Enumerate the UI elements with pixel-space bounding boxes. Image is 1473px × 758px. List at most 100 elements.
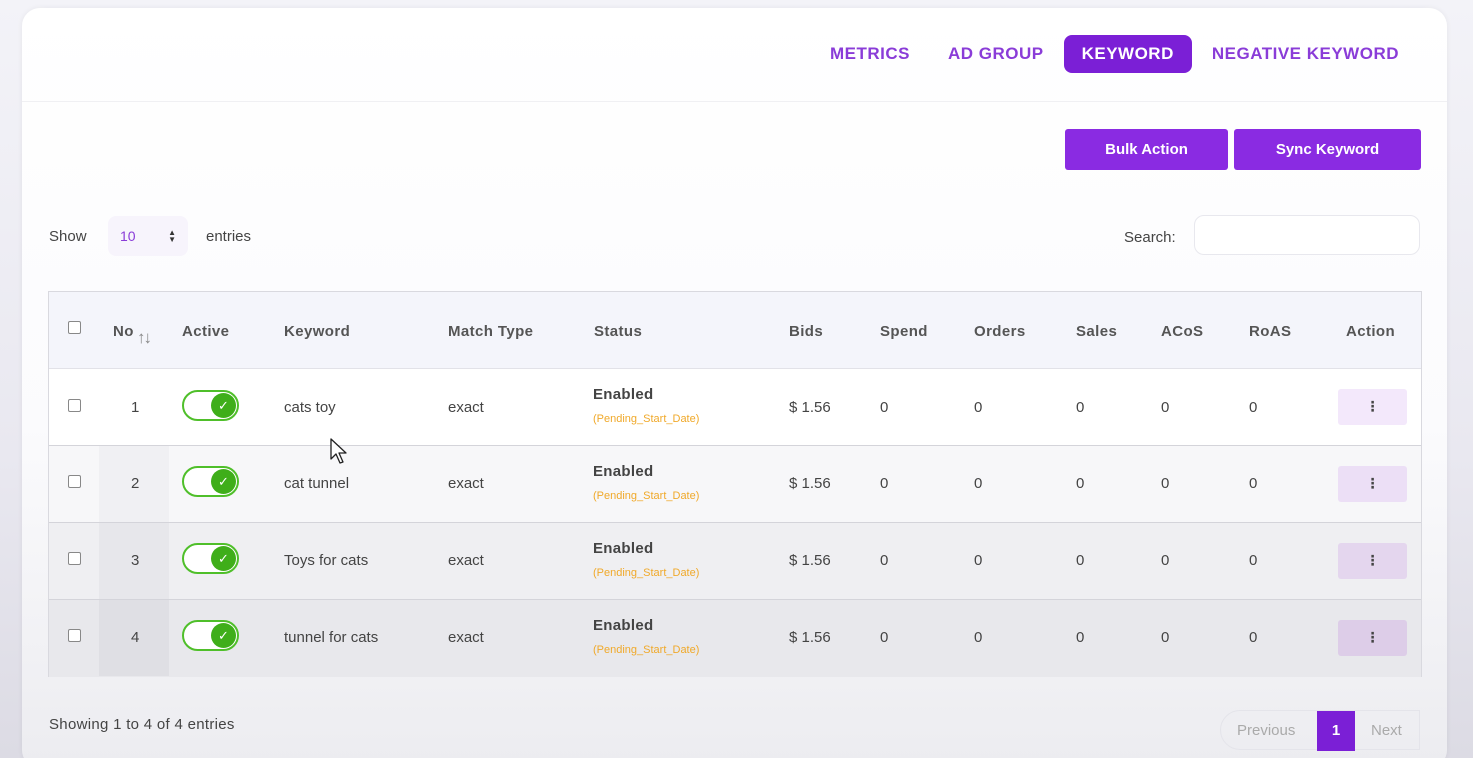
- table-row: 4 ✓ tunnel for cats exact Enabled (Pendi…: [49, 600, 1421, 677]
- tab-ad-group[interactable]: AD GROUP: [930, 35, 1062, 73]
- keyword-text: cat tunnel: [284, 475, 350, 492]
- sales-value: 0: [1076, 475, 1085, 492]
- bids-value: $ 1.56: [789, 475, 831, 492]
- tab-metrics[interactable]: METRICS: [812, 35, 928, 73]
- page-1-button[interactable]: 1: [1317, 711, 1355, 751]
- match-type-text: exact: [448, 399, 484, 416]
- roas-value: 0: [1249, 552, 1258, 569]
- check-icon: ✓: [211, 623, 236, 648]
- match-type-text: exact: [448, 552, 484, 569]
- keyword-panel: METRICS AD GROUP KEYWORD NEGATIVE KEYWOR…: [22, 8, 1447, 758]
- status-text: Enabled: [593, 386, 654, 403]
- header-action: Action: [1346, 323, 1396, 340]
- row-number: 3: [131, 552, 140, 569]
- sales-value: 0: [1076, 399, 1085, 416]
- bids-value: $ 1.56: [789, 629, 831, 646]
- header-divider: [22, 101, 1447, 102]
- entries-per-page-select[interactable]: 10 ▲ ▼: [108, 216, 188, 256]
- row-number: 2: [131, 475, 140, 492]
- active-toggle[interactable]: ✓: [182, 390, 239, 421]
- row-action-menu-button[interactable]: ⋮: [1338, 466, 1407, 502]
- acos-value: 0: [1161, 399, 1170, 416]
- table-header-row: No ↑↓ Active Keyword Match Type Status B…: [49, 292, 1421, 369]
- status-note: (Pending_Start_Date): [593, 490, 700, 502]
- orders-value: 0: [974, 552, 983, 569]
- acos-value: 0: [1161, 629, 1170, 646]
- status-note: (Pending_Start_Date): [593, 567, 700, 579]
- bids-value: $ 1.56: [789, 399, 831, 416]
- sales-value: 0: [1076, 552, 1085, 569]
- header-keyword: Keyword: [284, 323, 351, 340]
- active-toggle[interactable]: ✓: [182, 466, 239, 497]
- acos-value: 0: [1161, 475, 1170, 492]
- header-orders: Orders: [974, 323, 1026, 340]
- orders-value: 0: [974, 399, 983, 416]
- updown-caret-icon: ▲ ▼: [168, 228, 176, 245]
- next-page-button[interactable]: Next: [1371, 711, 1402, 751]
- search-input[interactable]: [1194, 215, 1420, 255]
- keyword-table: No ↑↓ Active Keyword Match Type Status B…: [48, 291, 1422, 677]
- table-row: 3 ✓ Toys for cats exact Enabled (Pending…: [49, 523, 1421, 600]
- roas-value: 0: [1249, 475, 1258, 492]
- header-acos: ACoS: [1161, 323, 1204, 340]
- check-icon: ✓: [211, 393, 236, 418]
- header-spend: Spend: [880, 323, 928, 340]
- header-status: Status: [594, 323, 643, 340]
- roas-value: 0: [1249, 629, 1258, 646]
- acos-value: 0: [1161, 552, 1170, 569]
- spend-value: 0: [880, 552, 889, 569]
- table-info: Showing 1 to 4 of 4 entries: [49, 716, 235, 733]
- row-action-menu-button[interactable]: ⋮: [1338, 389, 1407, 425]
- row-checkbox[interactable]: [68, 552, 81, 565]
- row-checkbox[interactable]: [68, 475, 81, 488]
- tab-bar: METRICS AD GROUP KEYWORD NEGATIVE KEYWOR…: [810, 35, 1417, 73]
- roas-value: 0: [1249, 399, 1258, 416]
- header-bids: Bids: [789, 323, 824, 340]
- spend-value: 0: [880, 475, 889, 492]
- spend-value: 0: [880, 629, 889, 646]
- search-label: Search:: [1124, 229, 1176, 246]
- status-note: (Pending_Start_Date): [593, 413, 700, 425]
- row-number: 1: [131, 399, 140, 416]
- show-label: Show: [49, 228, 87, 245]
- status-text: Enabled: [593, 463, 654, 480]
- active-toggle[interactable]: ✓: [182, 543, 239, 574]
- keyword-text: cats toy: [284, 399, 336, 416]
- status-note: (Pending_Start_Date): [593, 644, 700, 656]
- orders-value: 0: [974, 475, 983, 492]
- row-action-menu-button[interactable]: ⋮: [1338, 543, 1407, 579]
- row-action-menu-button[interactable]: ⋮: [1338, 620, 1407, 656]
- active-toggle[interactable]: ✓: [182, 620, 239, 651]
- keyword-text: tunnel for cats: [284, 629, 379, 646]
- header-match-type: Match Type: [448, 323, 534, 340]
- row-number: 4: [131, 629, 140, 646]
- vertical-ellipsis-icon: ⋮: [1365, 629, 1380, 645]
- orders-value: 0: [974, 629, 983, 646]
- header-no[interactable]: No: [113, 323, 134, 340]
- table-row: 2 ✓ cat tunnel exact Enabled (Pending_St…: [49, 446, 1421, 523]
- tab-keyword[interactable]: KEYWORD: [1063, 35, 1192, 73]
- row-checkbox[interactable]: [68, 629, 81, 642]
- tab-negative-keyword[interactable]: NEGATIVE KEYWORD: [1194, 35, 1417, 73]
- row-checkbox[interactable]: [68, 399, 81, 412]
- match-type-text: exact: [448, 629, 484, 646]
- sync-keyword-button[interactable]: Sync Keyword: [1234, 129, 1421, 170]
- bids-value: $ 1.56: [789, 552, 831, 569]
- check-icon: ✓: [211, 546, 236, 571]
- match-type-text: exact: [448, 475, 484, 492]
- check-icon: ✓: [211, 469, 236, 494]
- entries-label: entries: [206, 228, 252, 245]
- bulk-action-button[interactable]: Bulk Action: [1065, 129, 1228, 170]
- pagination: Previous 1 Next: [1220, 710, 1420, 751]
- sales-value: 0: [1076, 629, 1085, 646]
- status-text: Enabled: [593, 540, 654, 557]
- vertical-ellipsis-icon: ⋮: [1365, 475, 1380, 491]
- previous-page-button[interactable]: Previous: [1237, 711, 1295, 751]
- select-all-checkbox[interactable]: [68, 321, 81, 334]
- keyword-text: Toys for cats: [284, 552, 369, 569]
- sort-arrows-icon[interactable]: ↑↓: [137, 328, 152, 348]
- status-text: Enabled: [593, 617, 654, 634]
- header-roas: RoAS: [1249, 323, 1292, 340]
- vertical-ellipsis-icon: ⋮: [1365, 398, 1380, 414]
- header-active: Active: [182, 323, 230, 340]
